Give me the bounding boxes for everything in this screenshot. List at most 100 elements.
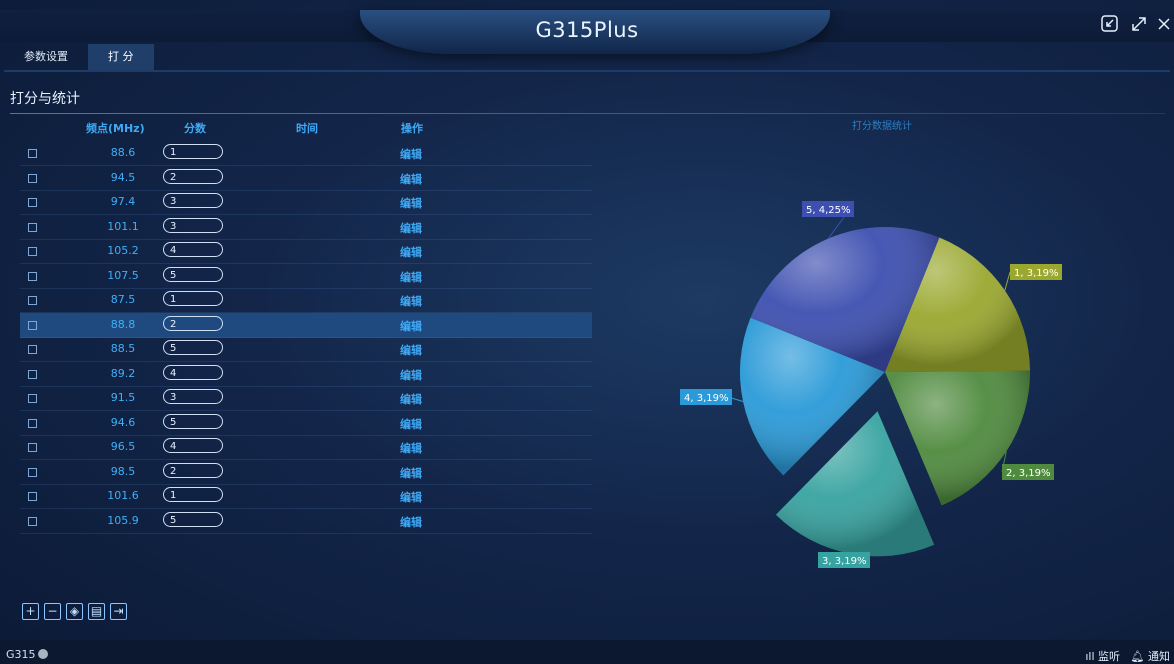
col-header-time[interactable]: 时间 [296,120,318,136]
row-checkbox[interactable] [28,271,37,281]
collapse-icon[interactable] [1100,14,1120,39]
row-checkbox[interactable] [28,418,37,428]
pie-slice-shade [885,237,1030,372]
edit-link[interactable]: 编辑 [400,171,422,187]
freq-cell: 101.1 [107,219,139,233]
table-row[interactable]: 87.5 1 编辑 [20,288,592,313]
table-row[interactable]: 88.8 2 编辑 [20,312,592,338]
add-button[interactable]: + [22,603,39,620]
close-icon[interactable] [1156,14,1172,39]
panel-divider [10,113,1165,114]
edit-link[interactable]: 编辑 [400,342,422,358]
edit-link[interactable]: 编辑 [400,440,422,456]
row-checkbox[interactable] [28,492,37,501]
table-row[interactable]: 96.5 4 编辑 [20,435,592,460]
score-input[interactable]: 3 [163,193,223,208]
score-input[interactable]: 5 [163,340,223,355]
pie-label: 1, 3,19% [1014,268,1059,279]
remove-button[interactable]: − [44,603,61,620]
row-checkbox[interactable] [28,320,37,330]
score-input[interactable]: 5 [163,266,223,282]
eraser-icon: ◈ [69,604,80,618]
tab-scoring[interactable]: 打 分 [88,44,154,70]
clear-button[interactable]: ◈ [66,603,83,620]
pie-slice-score-5[interactable] [750,227,940,372]
tab-params[interactable]: 参数设置 [4,44,88,70]
table-row[interactable]: 89.2 4 编辑 [20,362,592,387]
pie-slice-score-2[interactable] [885,370,1030,506]
score-input[interactable]: 1 [163,144,223,159]
score-input[interactable]: 2 [163,315,223,331]
signal-icon: ıll [1085,650,1095,663]
table-row[interactable]: 101.6 1 编辑 [20,484,592,509]
edit-link[interactable]: 编辑 [400,489,422,505]
edit-link[interactable]: 编辑 [400,269,422,285]
row-checkbox[interactable] [28,443,37,452]
row-checkbox[interactable] [28,173,37,183]
minus-icon: − [47,604,58,618]
freq-cell: 101.6 [107,489,139,502]
row-checkbox[interactable] [28,149,37,158]
score-input[interactable]: 4 [163,242,223,257]
edit-link[interactable]: 编辑 [400,416,422,432]
score-input[interactable]: 3 [163,217,223,233]
plus-icon: + [25,604,36,618]
score-input[interactable]: 2 [163,462,223,478]
freq-cell: 88.5 [110,342,136,355]
table-row[interactable]: 91.5 3 编辑 [20,386,592,411]
export-button[interactable]: ⇥ [110,603,127,620]
table-row[interactable]: 107.5 5 编辑 [20,264,592,289]
col-header-freq[interactable]: 频点(MHz) [86,120,145,136]
edit-link[interactable]: 编辑 [400,293,422,309]
table-row[interactable]: 88.6 1 编辑 [20,141,592,166]
score-input[interactable]: 1 [163,291,223,306]
row-checkbox[interactable] [28,369,37,379]
score-input[interactable]: 1 [163,487,223,502]
pie-slice-score-3[interactable] [775,411,935,557]
score-input[interactable]: 2 [163,168,223,184]
status-dot [37,649,48,659]
pie-slice-score-4[interactable] [740,317,885,476]
edit-link[interactable]: 编辑 [400,514,422,530]
pie-slice-score-1[interactable] [885,237,1030,372]
row-checkbox[interactable] [28,222,37,232]
notify-button[interactable]: 🔔︎ 通知 [1131,650,1170,663]
edit-link[interactable]: 编辑 [400,391,422,407]
edit-link[interactable]: 编辑 [400,465,422,481]
row-checkbox[interactable] [28,198,37,207]
col-header-score[interactable]: 分数 [184,120,206,136]
listen-button[interactable]: ıll 监听 [1085,650,1120,663]
table-row[interactable]: 105.2 4 编辑 [20,239,592,264]
edit-link[interactable]: 编辑 [400,318,422,334]
table-row[interactable]: 105.9 5 编辑 [20,509,592,534]
row-checkbox[interactable] [28,247,37,256]
score-input[interactable]: 4 [163,364,223,380]
edit-link[interactable]: 编辑 [400,220,422,236]
table-row[interactable]: 101.1 3 编辑 [20,215,592,240]
table-row[interactable]: 94.5 2 编辑 [20,166,592,191]
row-checkbox[interactable] [28,467,37,477]
edit-link[interactable]: 编辑 [400,146,422,162]
device-label: G315 [6,648,36,661]
row-checkbox[interactable] [28,296,37,305]
import-button[interactable]: ▤ [88,603,105,620]
score-input[interactable]: 5 [163,511,223,527]
score-input[interactable]: 4 [163,438,223,453]
table-row[interactable]: 94.6 5 编辑 [20,411,592,436]
maximize-icon[interactable] [1129,14,1149,39]
row-checkbox[interactable] [28,516,37,526]
table-row[interactable]: 97.4 3 编辑 [20,190,592,215]
edit-link[interactable]: 编辑 [400,244,422,260]
freq-cell: 107.5 [107,268,139,282]
score-input[interactable]: 3 [163,389,223,404]
edit-link[interactable]: 编辑 [400,195,422,211]
pie-label-bg [818,552,870,568]
table-row[interactable]: 98.5 2 编辑 [20,460,592,485]
row-checkbox[interactable] [28,345,37,354]
row-checkbox[interactable] [28,394,37,403]
footer-actions: ıll 监听 🔔︎ 通知 [1085,648,1170,664]
edit-link[interactable]: 编辑 [400,367,422,383]
pie-slice-shade [740,317,885,476]
score-input[interactable]: 5 [163,413,223,429]
table-row[interactable]: 88.5 5 编辑 [20,337,592,362]
